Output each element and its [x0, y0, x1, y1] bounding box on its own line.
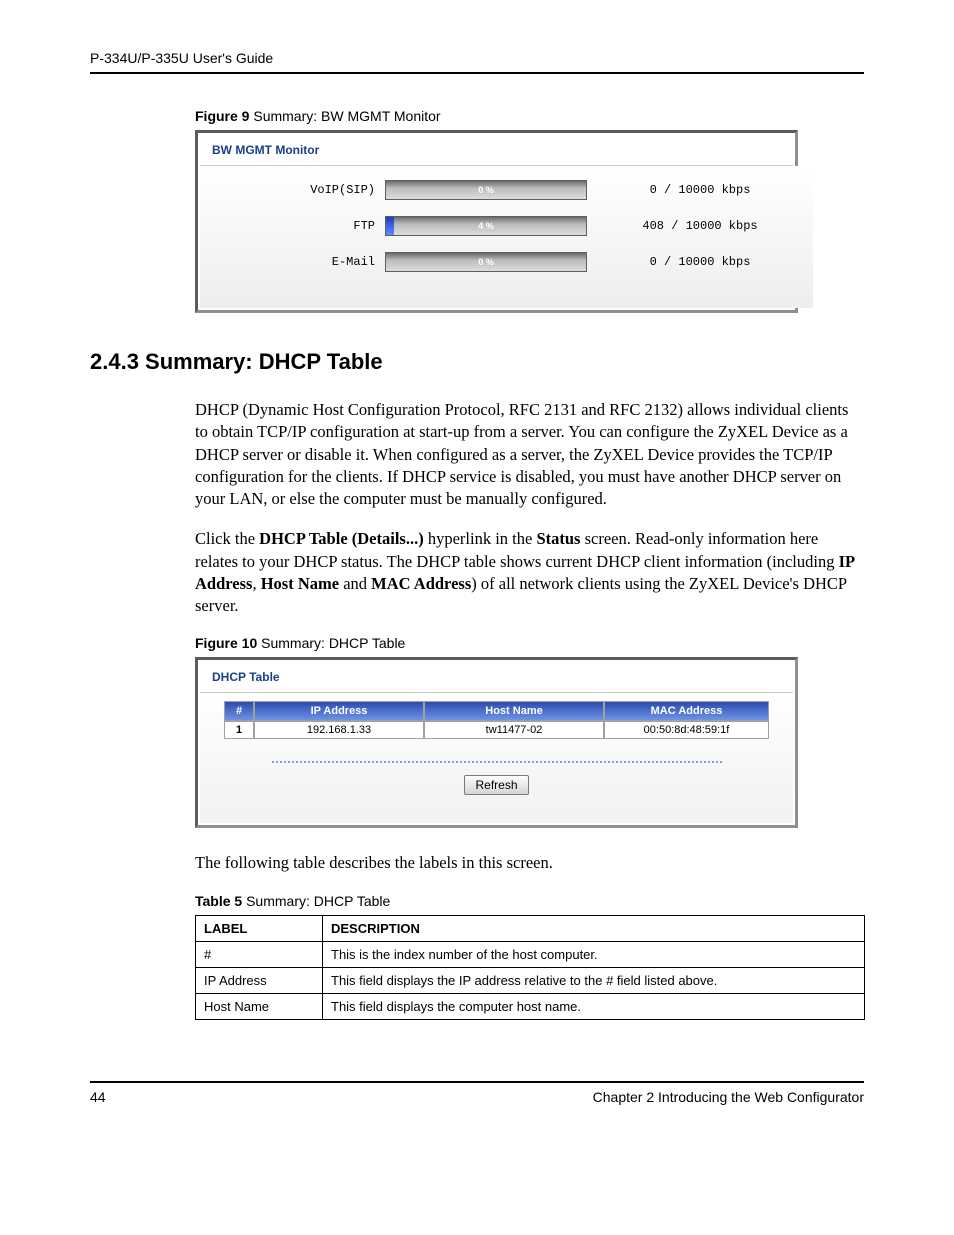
figure9-caption-bold: Figure 9 — [195, 108, 249, 124]
bw-progress-text: 4 % — [478, 221, 494, 231]
page-header: P-334U/P-335U User's Guide — [90, 50, 864, 74]
td-label: IP Address — [196, 967, 323, 993]
bw-row: E-Mail 0 % 0 / 10000 kbps — [210, 244, 803, 280]
bw-progress-bar: 4 % — [385, 216, 587, 236]
dhcp-col-host: Host Name — [424, 701, 604, 721]
figure10-caption-bold: Figure 10 — [195, 635, 257, 651]
bw-progress-text: 0 % — [478, 257, 494, 267]
dhcp-col-mac: MAC Address — [604, 701, 769, 721]
figure9-caption: Figure 9 Summary: BW MGMT Monitor — [195, 108, 864, 124]
table-row: # This is the index number of the host c… — [196, 941, 865, 967]
bw-row-label: VoIP(SIP) — [210, 183, 385, 197]
section-para1: DHCP (Dynamic Host Configuration Protoco… — [195, 399, 864, 510]
figure10-caption: Figure 10 Summary: DHCP Table — [195, 635, 864, 651]
refresh-button[interactable]: Refresh — [464, 775, 528, 795]
section-para3: The following table describes the labels… — [195, 852, 864, 874]
th-description: DESCRIPTION — [323, 915, 865, 941]
bw-progress-text: 0 % — [478, 185, 494, 195]
figure10-caption-text: Summary: DHCP Table — [257, 635, 405, 651]
bw-row-value: 408 / 10000 kbps — [587, 219, 803, 233]
bw-mgmt-title: BW MGMT Monitor — [200, 135, 793, 166]
section-heading: 2.4.3 Summary: DHCP Table — [90, 349, 864, 375]
page-number: 44 — [90, 1089, 106, 1105]
th-label: LABEL — [196, 915, 323, 941]
dhcp-cell-mac: 00:50:8d:48:59:1f — [604, 721, 769, 739]
section-para2: Click the DHCP Table (Details...) hyperl… — [195, 528, 864, 617]
bw-mgmt-panel: BW MGMT Monitor VoIP(SIP) 0 % 0 / 10000 … — [195, 130, 798, 313]
dhcp-table: # IP Address Host Name MAC Address 1 192… — [200, 693, 793, 739]
dhcp-cell-ip: 192.168.1.33 — [254, 721, 424, 739]
dhcp-panel-title: DHCP Table — [200, 662, 793, 693]
chapter-label: Chapter 2 Introducing the Web Configurat… — [593, 1089, 864, 1105]
dhcp-panel: DHCP Table # IP Address Host Name MAC Ad… — [195, 657, 798, 828]
dhcp-col-ip: IP Address — [254, 701, 424, 721]
bw-row: VoIP(SIP) 0 % 0 / 10000 kbps — [210, 172, 803, 208]
bw-row: FTP 4 % 408 / 10000 kbps — [210, 208, 803, 244]
td-desc: This field displays the computer host na… — [323, 993, 865, 1019]
table5-caption: Table 5 Summary: DHCP Table — [195, 893, 864, 909]
bw-row-value: 0 / 10000 kbps — [587, 183, 803, 197]
bw-row-label: FTP — [210, 219, 385, 233]
bw-progress-bar: 0 % — [385, 252, 587, 272]
bw-row-value: 0 / 10000 kbps — [587, 255, 803, 269]
table5-caption-text: Summary: DHCP Table — [242, 893, 390, 909]
dhcp-table-row: 1 192.168.1.33 tw11477-02 00:50:8d:48:59… — [224, 721, 769, 739]
bw-row-label: E-Mail — [210, 255, 385, 269]
bw-mgmt-rows: VoIP(SIP) 0 % 0 / 10000 kbps FTP 4 % 408… — [200, 166, 813, 308]
bw-progress-fill — [386, 217, 394, 235]
figure9-caption-text: Summary: BW MGMT Monitor — [249, 108, 440, 124]
dhcp-col-index: # — [224, 701, 254, 721]
table-header-row: LABEL DESCRIPTION — [196, 915, 865, 941]
bw-progress-bar: 0 % — [385, 180, 587, 200]
dhcp-table-header: # IP Address Host Name MAC Address — [224, 701, 769, 721]
dhcp-cell-index: 1 — [224, 721, 254, 739]
td-desc: This field displays the IP address relat… — [323, 967, 865, 993]
td-desc: This is the index number of the host com… — [323, 941, 865, 967]
table5-caption-bold: Table 5 — [195, 893, 242, 909]
table-row: Host Name This field displays the comput… — [196, 993, 865, 1019]
td-label: # — [196, 941, 323, 967]
table-row: IP Address This field displays the IP ad… — [196, 967, 865, 993]
divider — [272, 761, 722, 764]
description-table: LABEL DESCRIPTION # This is the index nu… — [195, 915, 865, 1020]
dhcp-cell-host: tw11477-02 — [424, 721, 604, 739]
page-footer: 44 Chapter 2 Introducing the Web Configu… — [90, 1081, 864, 1105]
td-label: Host Name — [196, 993, 323, 1019]
